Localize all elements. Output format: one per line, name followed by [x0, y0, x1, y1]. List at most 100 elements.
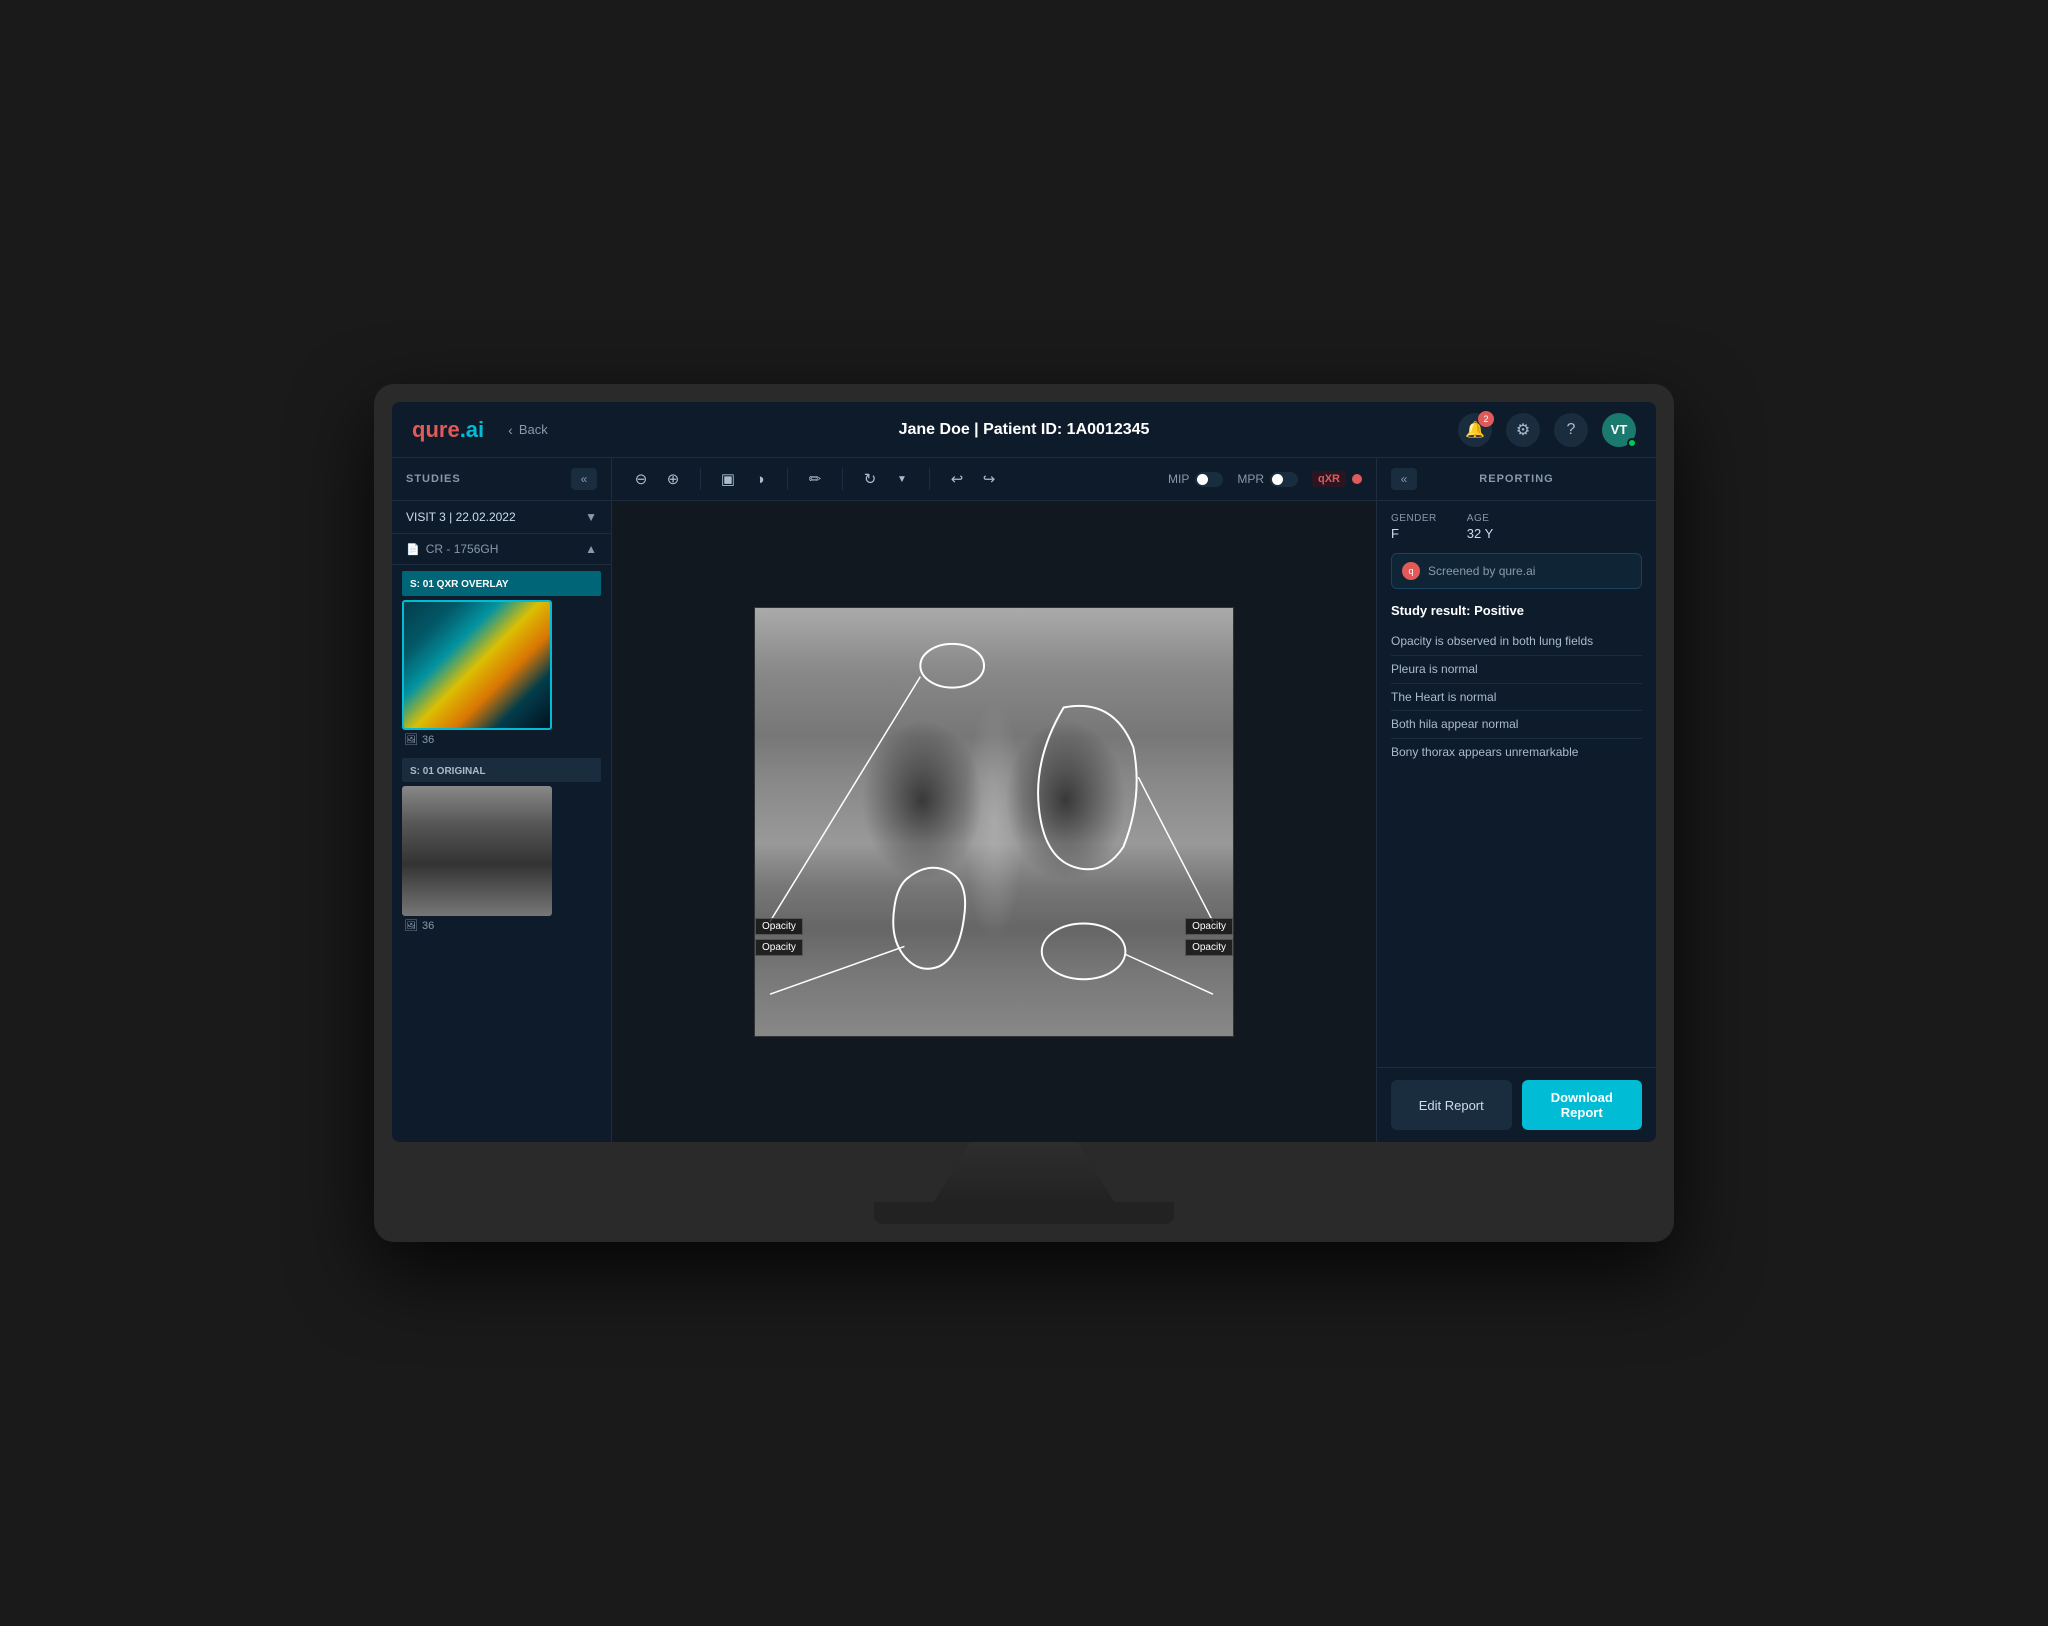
settings-button[interactable]: ⚙	[1506, 413, 1540, 447]
finding-1: Pleura is normal	[1391, 656, 1642, 684]
thumbnail-overlay-image	[402, 600, 552, 730]
chevron-up-icon: ▲	[585, 542, 597, 556]
notifications-button[interactable]: 🔔 2	[1458, 413, 1492, 447]
monitor-base	[874, 1202, 1174, 1224]
rotate-dropdown-button[interactable]: ▼	[887, 464, 917, 494]
thumbnail-overlay-count: 🖼 36	[402, 730, 601, 746]
mip-toggle[interactable]	[1195, 472, 1223, 487]
undo-button[interactable]: ↩	[942, 464, 972, 494]
redo-button[interactable]: ↪	[974, 464, 1004, 494]
zoom-in-button[interactable]: ⊕	[658, 464, 688, 494]
sidebar-collapse-button[interactable]: «	[571, 468, 597, 490]
online-status-badge	[1627, 438, 1637, 448]
finding-2: The Heart is normal	[1391, 684, 1642, 712]
qxr-label: qXR	[1312, 471, 1346, 487]
thumbnail-original-label: S: 01 ORIGINAL	[410, 766, 486, 777]
gender-value: F	[1391, 526, 1437, 541]
opacity-label-right-mid: Opacity	[1185, 918, 1233, 935]
sidebar-header: STUDIES «	[392, 458, 611, 501]
back-label: Back	[519, 422, 548, 437]
logo: qure.ai	[412, 417, 484, 443]
findings-list: Opacity is observed in both lung fields …	[1391, 628, 1642, 766]
edit-report-button[interactable]: Edit Report	[1391, 1080, 1512, 1130]
gender-label: GENDER	[1391, 513, 1437, 524]
logo-dot: .ai	[460, 417, 484, 442]
monitor-stand	[934, 1142, 1114, 1202]
main-content: STUDIES « VISIT 3 | 22.02.2022 ▼ 📄 CR - …	[392, 458, 1656, 1142]
mip-toggle-knob	[1197, 474, 1208, 485]
logo-main: qure	[412, 417, 460, 442]
thumbnail-original[interactable]: S: 01 ORIGINAL 🖼 36	[392, 752, 611, 938]
reporting-footer: Edit Report Download Report	[1377, 1067, 1656, 1142]
mip-toggle-group: MIP	[1168, 472, 1223, 487]
age-field: AGE 32 Y	[1467, 513, 1494, 541]
visit-row[interactable]: VISIT 3 | 22.02.2022 ▼	[392, 501, 611, 534]
logo-text: qure.ai	[412, 417, 484, 443]
thumbnail-qxr-overlay[interactable]: S: 01 QXR OVERLAY 🖼 36	[392, 565, 611, 752]
topbar: qure.ai ‹ Back Jane Doe | Patient ID: 1A…	[392, 402, 1656, 458]
toolbar-separator-1	[700, 468, 701, 490]
study-result: Study result: Positive	[1391, 603, 1642, 618]
reporting-body: GENDER F AGE 32 Y q Screened by qure.ai	[1377, 501, 1656, 1067]
rotate-button[interactable]: ↻	[855, 464, 885, 494]
collapse-icon: «	[581, 472, 588, 486]
study-label: 📄 CR - 1756GH	[406, 542, 498, 556]
mpr-toggle[interactable]	[1270, 472, 1298, 487]
age-label: AGE	[1467, 513, 1494, 524]
age-value: 32 Y	[1467, 526, 1494, 541]
opacity-label-right-bottom: Opacity	[1185, 939, 1233, 956]
sidebar: STUDIES « VISIT 3 | 22.02.2022 ▼ 📄 CR - …	[392, 458, 612, 1142]
avatar-button[interactable]: VT	[1602, 413, 1636, 447]
mip-label: MIP	[1168, 472, 1189, 486]
patient-info: Jane Doe | Patient ID: 1A0012345	[899, 421, 1150, 439]
thumbnail-overlay-label: S: 01 QXR OVERLAY	[410, 579, 509, 590]
qxr-toggle-group: qXR	[1312, 471, 1362, 487]
study-row[interactable]: 📄 CR - 1756GH ▲	[392, 534, 611, 565]
mpr-toggle-group: MPR	[1237, 472, 1298, 487]
xray-background	[755, 608, 1233, 1036]
sidebar-title: STUDIES	[406, 473, 461, 485]
download-report-label: Download Report	[1551, 1090, 1613, 1120]
xray-image: Opacity Opacity Opacity Opacity	[754, 607, 1234, 1037]
study-id: CR - 1756GH	[426, 542, 499, 556]
toolbar-separator-3	[842, 468, 843, 490]
invert-button[interactable]: ◑	[745, 464, 775, 494]
draw-button[interactable]: ✏	[800, 464, 830, 494]
back-button[interactable]: ‹ Back	[508, 422, 548, 438]
rotate-tools: ↻ ▼	[855, 464, 917, 494]
chevron-down-icon: ▼	[585, 510, 597, 524]
gender-field: GENDER F	[1391, 513, 1437, 541]
window-tools: ▣ ◑	[713, 464, 775, 494]
toolbar-separator-2	[787, 468, 788, 490]
window-level-button[interactable]: ▣	[713, 464, 743, 494]
zoom-tools: ⊖ ⊕	[626, 464, 688, 494]
finding-0: Opacity is observed in both lung fields	[1391, 628, 1642, 656]
ai-logo-icon: q	[1402, 562, 1420, 580]
visit-label: VISIT 3 | 22.02.2022	[406, 510, 516, 524]
notification-badge: 2	[1478, 411, 1494, 427]
doc-icon: 📄	[406, 543, 420, 556]
gear-icon: ⚙	[1516, 420, 1530, 440]
reporting-collapse-button[interactable]: «	[1391, 468, 1417, 490]
reporting-collapse-icon: «	[1401, 472, 1408, 486]
toolbar: ⊖ ⊕ ▣ ◑ ✏ ↻ ▼	[612, 458, 1376, 501]
back-chevron-icon: ‹	[508, 422, 513, 438]
thumbnail-original-image	[402, 786, 552, 916]
opacity-label-left-mid: Opacity	[755, 918, 803, 935]
help-button[interactable]: ?	[1554, 413, 1588, 447]
help-icon: ?	[1567, 421, 1576, 439]
ai-screened-badge: q Screened by qure.ai	[1391, 553, 1642, 589]
qxr-dot	[1352, 474, 1362, 484]
ai-screened-text: Screened by qure.ai	[1428, 564, 1535, 578]
reporting-header: « REPORTING	[1377, 458, 1656, 501]
download-report-button[interactable]: Download Report	[1522, 1080, 1643, 1130]
finding-3: Both hila appear normal	[1391, 711, 1642, 739]
topbar-actions: 🔔 2 ⚙ ? VT	[1458, 413, 1636, 447]
opacity-label-left-bottom: Opacity	[755, 939, 803, 956]
toolbar-separator-4	[929, 468, 930, 490]
reporting-panel: « REPORTING GENDER F AGE	[1376, 458, 1656, 1142]
reporting-title: REPORTING	[1479, 473, 1553, 485]
viewer: ⊖ ⊕ ▣ ◑ ✏ ↻ ▼	[612, 458, 1376, 1142]
patient-title: Jane Doe | Patient ID: 1A0012345	[899, 421, 1150, 438]
zoom-out-button[interactable]: ⊖	[626, 464, 656, 494]
